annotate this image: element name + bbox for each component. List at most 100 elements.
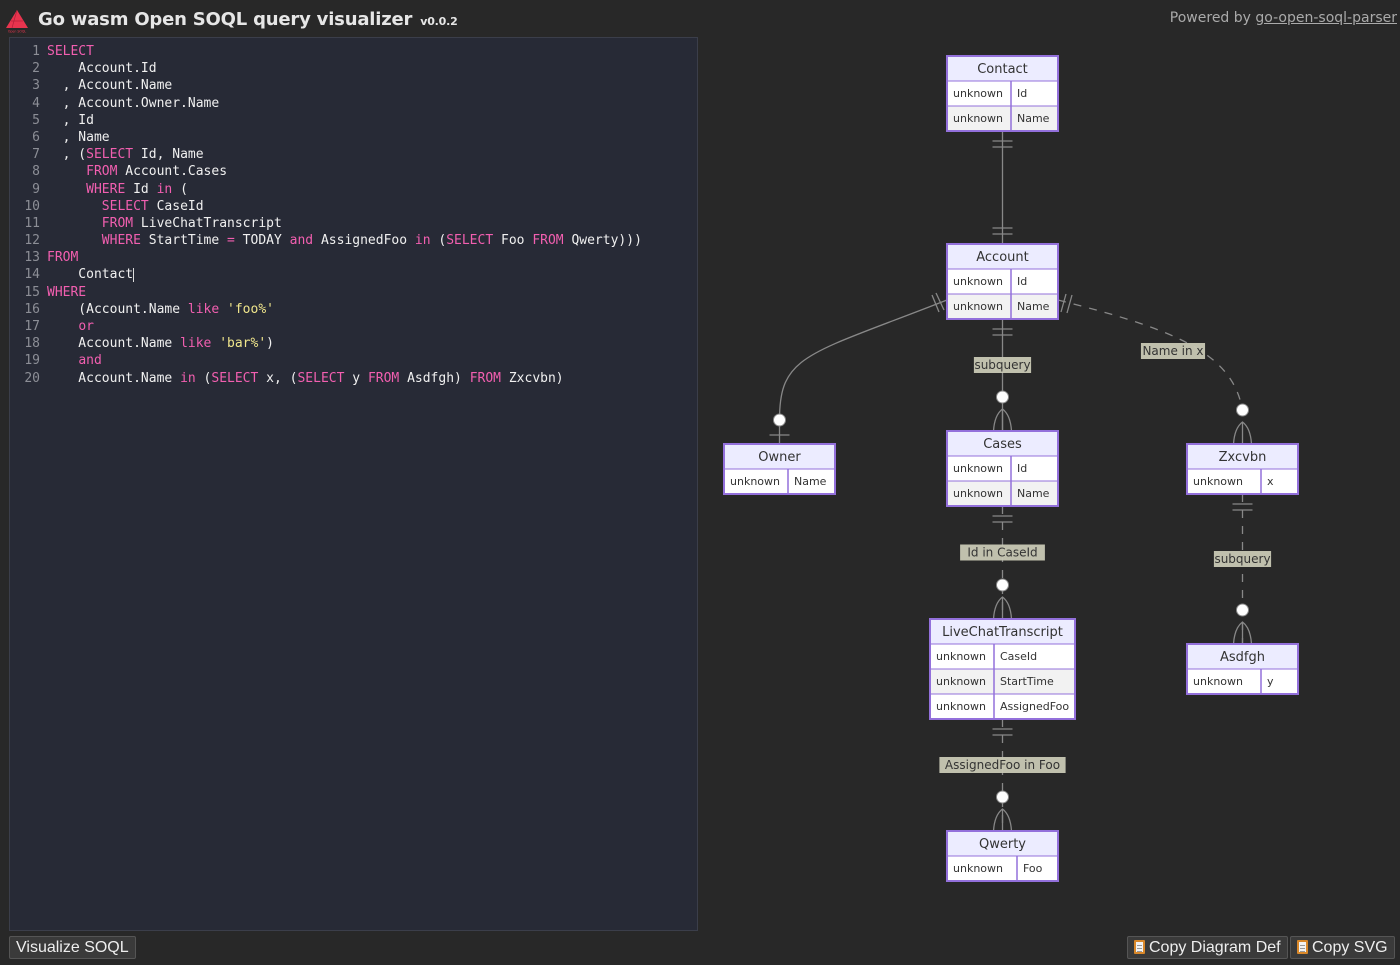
code-line[interactable]: 7 , (SELECT Id, Name	[10, 146, 642, 163]
code-line[interactable]: 12 WHERE StartTime = TODAY and AssignedF…	[10, 232, 642, 249]
keyword-token: =	[227, 233, 235, 249]
line-text[interactable]: (Account.Name like 'foo%'	[40, 301, 274, 318]
entity-name: Qwerty	[979, 837, 1026, 852]
entity-name: Asdfgh	[1220, 650, 1265, 665]
er-diagram: subquery Name in x Id in CaseId subquery Ass…	[700, 38, 1400, 928]
line-text[interactable]: WHERE Id in (	[40, 181, 188, 198]
line-text[interactable]: Account.Name in (SELECT x, (SELECT y FRO…	[40, 370, 564, 387]
text-token: Zxcvbn)	[501, 370, 564, 386]
code-lines[interactable]: 1 SELECT 2 Account.Id 3 , Account.Name 4 , A…	[10, 43, 642, 387]
attribute-type: unknown	[936, 675, 986, 688]
visualize-soql-button[interactable]: Visualize SOQL	[9, 936, 136, 959]
text-token: CaseId	[148, 198, 204, 214]
code-line[interactable]: 11 FROM LiveChatTranscript	[10, 215, 642, 232]
copy-diagram-def-button[interactable]: Copy Diagram Def	[1127, 936, 1288, 959]
code-line[interactable]: 4 , Account.Owner.Name	[10, 95, 642, 112]
line-text[interactable]: SELECT CaseId	[40, 198, 204, 215]
line-text[interactable]: WHERE StartTime = TODAY and AssignedFoo …	[40, 232, 642, 249]
code-line[interactable]: 3 , Account.Name	[10, 77, 642, 94]
keyword-token: or	[78, 319, 94, 334]
code-line[interactable]: 20 Account.Name in (SELECT x, (SELECT y …	[10, 370, 642, 387]
line-text[interactable]: WHERE	[40, 284, 86, 301]
line-text[interactable]: , Id	[40, 112, 94, 129]
parser-link[interactable]: go-open-soql-parser	[1255, 10, 1397, 26]
app-version: v0.0.2	[420, 15, 458, 28]
attribute-name: StartTime	[1000, 675, 1054, 688]
code-line[interactable]: 6 , Name	[10, 129, 642, 146]
code-line[interactable]: 9 WHERE Id in (	[10, 181, 642, 198]
code-line[interactable]: 19 and	[10, 352, 642, 369]
code-line[interactable]: 5 , Id	[10, 112, 642, 129]
attribute-type: unknown	[953, 275, 1003, 288]
attribute-name: y	[1267, 675, 1274, 688]
relation-account-zxcvbn: Name in x	[1057, 293, 1253, 445]
line-text[interactable]: or	[40, 318, 94, 335]
keyword-token: WHERE	[47, 284, 87, 300]
keyword-token: like	[180, 336, 212, 352]
clipboard-icon	[1134, 940, 1145, 954]
attribute-name: Name	[1017, 112, 1050, 125]
text-token: (	[430, 233, 447, 249]
code-line[interactable]: 2 Account.Id	[10, 60, 642, 77]
copy-svg-button[interactable]: Copy SVG	[1290, 936, 1395, 959]
entity-name: LiveChatTranscript	[942, 625, 1063, 640]
line-text[interactable]: Account.Name like 'bar%')	[40, 335, 274, 352]
keyword-token: FROM	[469, 370, 502, 386]
powered-by: Powered by go-open-soql-parser	[1170, 10, 1397, 26]
line-text[interactable]: SELECT	[40, 43, 94, 60]
text-token: , Account.Name	[47, 78, 173, 94]
line-text[interactable]: FROM LiveChatTranscript	[40, 215, 282, 232]
code-line[interactable]: 17 or	[10, 318, 642, 335]
code-line[interactable]: 14 Contact	[10, 266, 642, 283]
entity-owner: Owner unknown Name	[723, 443, 836, 495]
attribute-name: Name	[794, 475, 827, 488]
text-token: Account.Name	[47, 370, 181, 386]
line-number: 9	[32, 181, 40, 197]
text-token: Qwerty)))	[563, 233, 642, 249]
line-number: 15	[24, 284, 40, 300]
line-text[interactable]: Account.Id	[40, 60, 156, 77]
entity-name: Owner	[758, 450, 801, 465]
line-text[interactable]: , (SELECT Id, Name	[40, 146, 204, 163]
code-line[interactable]: 10 SELECT CaseId	[10, 198, 642, 215]
keyword-token: and	[289, 233, 314, 249]
one-marker-bar	[1060, 293, 1067, 313]
zero-marker	[996, 578, 1009, 592]
line-number: 20	[24, 370, 40, 386]
logo-caption: Open SOQL	[8, 30, 27, 34]
entity-account: Account unknown Id unknown Name	[946, 243, 1059, 320]
code-line[interactable]: 15 WHERE	[10, 284, 642, 301]
line-text[interactable]: , Account.Name	[40, 77, 173, 94]
line-number: 3	[32, 78, 40, 94]
relation-account-cases: subquery	[973, 319, 1032, 432]
text-token: Id	[125, 181, 157, 197]
attribute-name: AssignedFoo	[1000, 700, 1069, 713]
text-token: Account.Name	[47, 336, 181, 352]
keyword-token: in	[180, 370, 196, 386]
line-text[interactable]: , Account.Owner.Name	[40, 95, 220, 112]
line-text[interactable]: FROM Account.Cases	[40, 163, 227, 180]
er-diagram-svg: subquery Name in x Id in CaseId subquery Ass…	[723, 55, 1299, 882]
code-line[interactable]: 16 (Account.Name like 'foo%'	[10, 301, 642, 318]
code-line[interactable]: 13 FROM	[10, 249, 642, 266]
line-text[interactable]: FROM	[40, 249, 78, 266]
line-number: 12	[24, 233, 40, 249]
line-text[interactable]: and	[40, 352, 101, 369]
line-number: 17	[24, 319, 40, 334]
text-token: y	[344, 370, 368, 386]
keyword-token: SELECT	[446, 233, 494, 249]
code-line[interactable]: 1 SELECT	[10, 43, 642, 60]
zero-marker	[1236, 403, 1249, 417]
line-text[interactable]: , Name	[40, 129, 110, 146]
code-line[interactable]: 8 FROM Account.Cases	[10, 163, 642, 180]
code-line[interactable]: 18 Account.Name like 'bar%')	[10, 335, 642, 352]
line-text[interactable]: Contact	[40, 266, 135, 283]
line-number: 18	[24, 336, 40, 352]
relation-contact-account	[992, 131, 1013, 244]
soql-editor[interactable]: 1 SELECT 2 Account.Id 3 , Account.Name 4 , A…	[9, 37, 698, 931]
app-header: Open SOQL Go wasm Open SOQL query visual…	[0, 0, 1400, 38]
attribute-type: unknown	[1193, 675, 1243, 688]
